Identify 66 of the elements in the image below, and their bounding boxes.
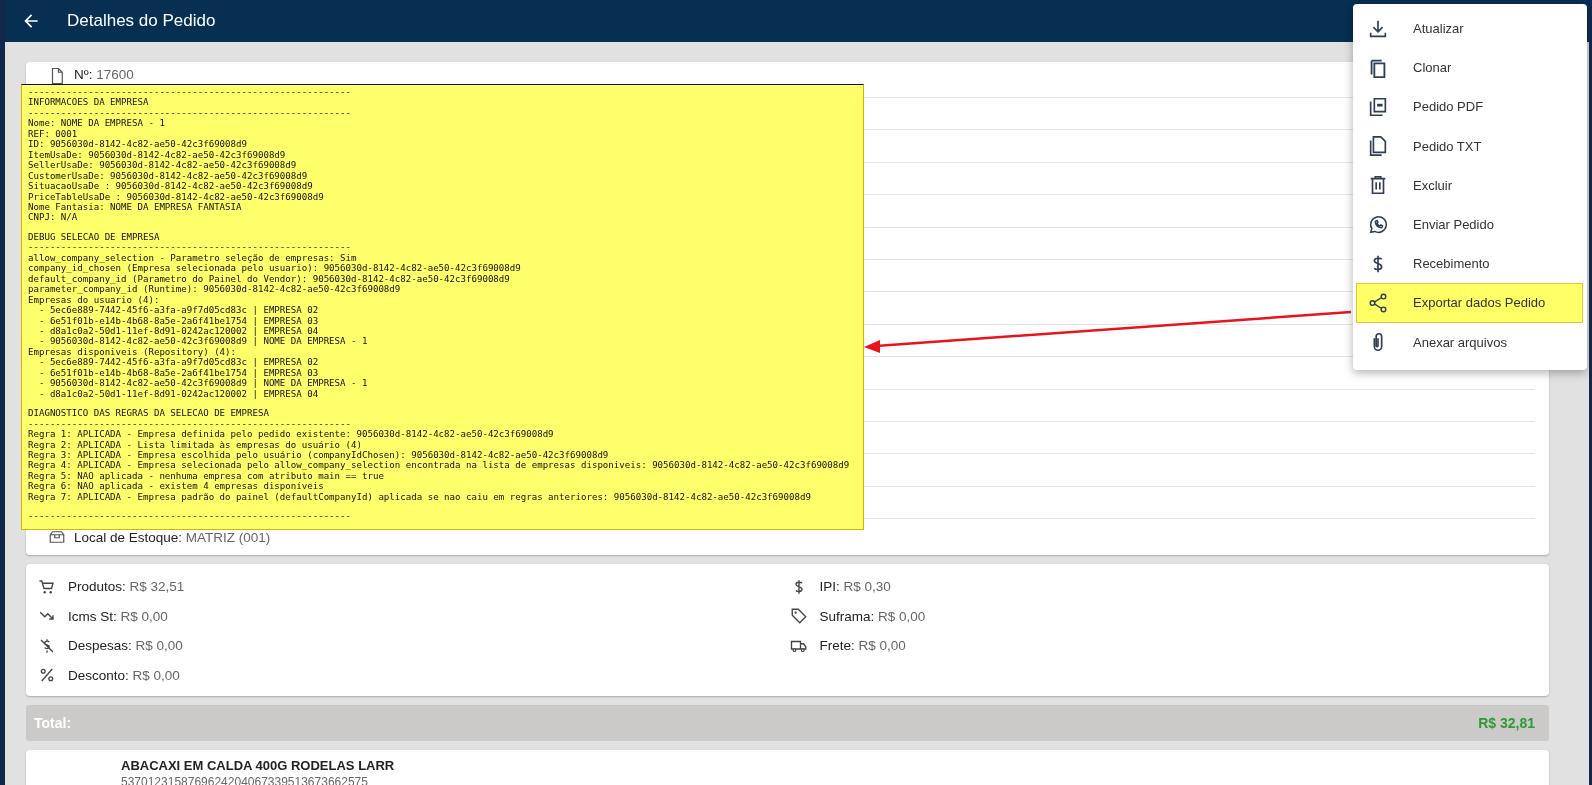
- product-name: ABACAXI EM CALDA 400G RODELAS LARR: [121, 758, 396, 774]
- debug-line: DIAGNOSTICO DAS REGRAS DA SELECAO DE EMPRESA: [28, 408, 269, 419]
- debug-line: PriceTableUsaDe : 9056030d-8142-4c82-ae50-42c3f69008d9: [28, 191, 324, 202]
- debug-line: company_id_chosen (Empresa selecionada pelo usuario): 9056030d-8142-4c82-ae50-42c3f69008d9: [28, 263, 521, 274]
- debug-line: - d8a1c0a2-50d1-11ef-8d91-0242ac120002 | EMPRESA 04: [37, 325, 319, 337]
- menu-item[interactable]: Anexar arquivos: [1356, 322, 1583, 362]
- summary-value: Frete: R$ 0,00: [819, 638, 906, 654]
- debug-line: -----------------------------------------------------------: [28, 418, 352, 430]
- debug-line: Regra 1: APLICADA - Empresa definida pelo pedido existente: 9056030d-8142-4c82-ae50-42c3f69008d9: [28, 429, 554, 440]
- menu-item[interactable]: Recebimento: [1356, 244, 1583, 284]
- debug-line: ID: 9056030d-8142-4c82-ae50-42c3f69008d9: [28, 139, 247, 150]
- menu-item[interactable]: Excluir: [1356, 165, 1583, 205]
- debug-line: Regra 2: APLICADA - Lista limitada às empresas do usuário (4): [28, 439, 362, 450]
- debug-line: REF: 0001: [28, 128, 78, 140]
- debug-line: Regra 5: NAO aplicada - nenhuma empresa com atributo main == true: [28, 470, 384, 482]
- debug-line: Nome Fantasia: NOME DA EMPRESA FANTASIA: [28, 202, 242, 213]
- debug-line: SellerUsaDe: 9056030d-8142-4c82-ae50-42c3f69008d9: [28, 160, 297, 171]
- debug-line: - 6e51f01b-e14b-4b68-8a5e-2a6f41be1754 | EMPRESA 03: [37, 315, 319, 326]
- debug-line: parameter_company_id (Runtime): 9056030d-8142-4c82-ae50-42c3f69008d9: [28, 284, 401, 295]
- share-icon: [1367, 291, 1389, 314]
- summary-value: Desconto: R$ 0,00: [68, 667, 180, 683]
- menu-item[interactable]: Pedido PDF: [1356, 87, 1583, 127]
- debug-line: Empresas disponiveis (Repository) (4):: [28, 346, 237, 358]
- menu-item[interactable]: Clonar: [1356, 48, 1583, 88]
- menu-item[interactable]: Exportar dados Pedido: [1356, 283, 1583, 323]
- debug-line: Regra 4: APLICADA - Empresa selecionada pelo allow_company_selection encontrada na lista de empresas disponiveis: 9056030d-8142-4c82-ae50-42c3f69008d9: [28, 460, 850, 471]
- order-number: Nº: 17600: [74, 67, 134, 82]
- debug-line: Regra 7: APLICADA - Empresa padrão do painel (defaultCompanyId) aplicada se nao caiu em regras anteriores: 9056030d-8142-4c82-ae50-42c3f69008d9: [28, 491, 811, 503]
- stock-location: Local de Estoque: MATRIZ (001): [74, 529, 271, 545]
- summary-value: Despesas: R$ 0,00: [68, 638, 183, 654]
- debug-line: CNPJ: N/A: [28, 212, 78, 223]
- debug-line: - 6e51f01b-e14b-4b68-8a5e-2a6f41be1754 | EMPRESA 03: [37, 367, 319, 379]
- cart-icon: [38, 577, 56, 596]
- debug-line: INFORMACOES DA EMPRESA: [28, 97, 149, 108]
- debug-line: default_company_id (Parametro do Painel do Vendor): 9056030d-8142-4c82-ae50-42c3f69008d9: [28, 273, 510, 285]
- debug-line: allow_company_selection - Parametro seleção de empresas: Sim: [28, 252, 357, 264]
- summary-value: Suframa: R$ 0,00: [819, 608, 926, 624]
- summary-value: Produtos: R$ 32,51: [68, 579, 185, 595]
- debug-line: CustomerUsaDe: 9056030d-8142-4c82-ae50-42c3f69008d9: [28, 170, 308, 182]
- debug-line: Empresas do usuario (4):: [28, 294, 160, 306]
- debug-line: DEBUG SELECAO DE EMPRESA: [28, 231, 160, 243]
- debug-line: - 9056030d-8142-4c82-ae50-42c3f69008d9 | NOME DA EMPRESA - 1: [37, 336, 368, 347]
- debug-line: - d8a1c0a2-50d1-11ef-8d91-0242ac120002 | EMPRESA 04: [37, 388, 319, 400]
- debug-line: -----------------------------------------------------------: [28, 107, 352, 119]
- total-value: R$ 32,81: [1478, 715, 1535, 732]
- debug-line: -----------------------------------------------------------: [28, 511, 352, 522]
- menu-item[interactable]: Atualizar: [1356, 9, 1583, 49]
- debug-line: Regra 6: NAO aplicada - existem 4 empresas disponíveis: [28, 481, 324, 492]
- debug-line: Regra 3: APLICADA - Empresa escolhida pelo usuário (companyIdChosen): 9056030d-8142-4c82-ae50-42c3f69008d9: [28, 449, 609, 461]
- pdf-icon: [1367, 95, 1389, 118]
- debug-line: - 5ec6e889-7442-45f6-a3fa-a9f7d05cd83c | EMPRESA 02: [37, 305, 319, 316]
- debug-line: -----------------------------------------------------------: [28, 242, 352, 253]
- debug-line: - 5ec6e889-7442-45f6-a3fa-a9f7d05cd83c | EMPRESA 02: [37, 357, 319, 368]
- debug-line: SituacaoUsaDe : 9056030d-8142-4c82-ae50-42c3f69008d9: [28, 181, 313, 192]
- summary-value: Icms St: R$ 0,00: [68, 608, 168, 624]
- debug-line: Nome: NOME DA EMPRESA - 1: [28, 118, 165, 129]
- page-title: Detalhes do Pedido: [67, 11, 216, 31]
- menu-item[interactable]: Enviar Pedido: [1356, 204, 1583, 245]
- debug-line: ItemUsaDe: 9056030d-8142-4c82-ae50-42c3f69008d9: [28, 149, 286, 161]
- money-off-icon: [38, 636, 56, 655]
- menu-item[interactable]: Pedido TXT: [1356, 126, 1583, 166]
- debug-line: -----------------------------------------------------------: [28, 87, 352, 98]
- debug-line: - 9056030d-8142-4c82-ae50-42c3f69008d9 | NOME DA EMPRESA - 1: [37, 378, 368, 389]
- file-icon: [1367, 135, 1389, 158]
- tag-icon: [789, 607, 808, 626]
- summary-value: IPI: R$ 0,30: [819, 579, 891, 595]
